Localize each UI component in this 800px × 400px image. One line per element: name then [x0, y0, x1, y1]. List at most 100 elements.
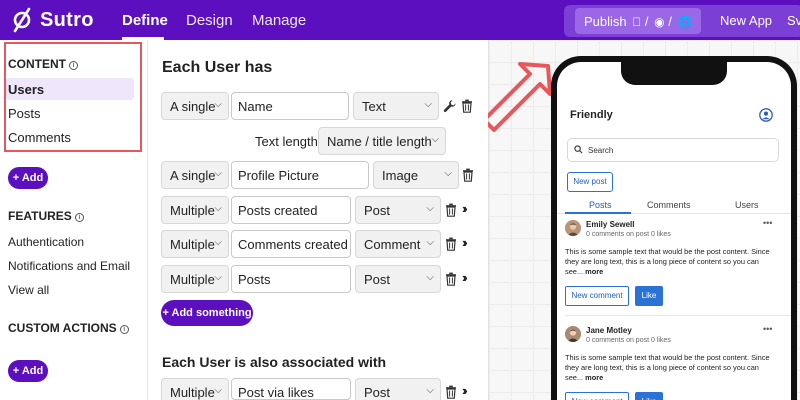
cardinality-value: Multiple — [170, 203, 215, 218]
field-type-select[interactable]: Comment ⌵ — [355, 230, 441, 258]
feature-authentication[interactable]: Authentication — [8, 235, 84, 249]
chevron-down-icon: ⌵ — [214, 168, 222, 179]
text-length-label: Text length: — [255, 134, 322, 149]
field-type-select[interactable]: Post ⌵ — [355, 196, 441, 224]
new-post-button[interactable]: New post — [567, 172, 613, 192]
like-button[interactable]: Like — [635, 392, 663, 400]
globe-icon: 🌐 — [668, 15, 692, 29]
publish-label: Publish — [584, 14, 627, 29]
sidebar-item-users[interactable]: Users — [6, 78, 134, 100]
overflow-menu-item[interactable]: Sv — [787, 13, 800, 28]
user-profile-icon[interactable] — [759, 108, 773, 122]
field-type-select[interactable]: Post ⌵ — [355, 265, 441, 293]
tab-users[interactable]: Users — [735, 200, 759, 210]
like-button[interactable]: Like — [635, 286, 663, 306]
features-title-text: FEATURES — [8, 209, 72, 223]
chevron-down-icon: ⌵ — [214, 99, 222, 110]
active-tab-indicator — [565, 212, 631, 214]
cardinality-value: Multiple — [170, 272, 215, 287]
top-bar: Sutro Define Design Manage Publish  / ◉… — [0, 0, 800, 40]
field-name-input[interactable]: Profile Picture — [231, 161, 369, 189]
double-chevron-right-icon[interactable]: ›› — [462, 383, 467, 398]
phone-notch — [621, 62, 727, 85]
chevron-down-icon: ⌵ — [426, 237, 434, 248]
field-type-select[interactable]: Text ⌵ — [353, 92, 439, 120]
cardinality-value: Multiple — [170, 385, 215, 400]
android-icon: ◉ — [645, 15, 664, 29]
new-comment-button[interactable]: New comment — [565, 286, 629, 306]
cardinality-select[interactable]: Multiple ⌵ — [161, 265, 229, 293]
app-title: Friendly — [570, 109, 613, 121]
trash-icon[interactable] — [445, 203, 457, 217]
sidebar-item-comments[interactable]: Comments — [6, 126, 134, 148]
chevron-down-icon: ⌵ — [424, 99, 432, 110]
new-comment-button[interactable]: New comment — [565, 392, 629, 400]
cardinality-select[interactable]: Multiple ⌵ — [161, 196, 229, 224]
sidebar-item-posts[interactable]: Posts — [6, 102, 134, 124]
tab-posts[interactable]: Posts — [589, 200, 612, 210]
chevron-down-icon: ⌵ — [426, 272, 434, 283]
field-name-input[interactable]: Posts — [231, 265, 351, 293]
page-title: Each User has — [162, 59, 273, 76]
more-link[interactable]: more — [585, 373, 603, 382]
post-content: This is some sample text that would be t… — [565, 353, 779, 383]
tab-manage[interactable]: Manage — [252, 12, 306, 29]
field-type-select[interactable]: Image ⌵ — [373, 161, 459, 189]
field-name-input[interactable]: Post via likes — [231, 378, 351, 400]
add-content-button[interactable]: + Add — [8, 167, 48, 189]
content-title-text: CONTENT — [8, 57, 66, 71]
chevron-down-icon: ⌵ — [214, 203, 222, 214]
trash-icon[interactable] — [445, 385, 457, 399]
chevron-down-icon: ⌵ — [426, 385, 434, 396]
custom-actions-title-text: CUSTOM ACTIONS — [8, 321, 117, 335]
cardinality-select[interactable]: A single ⌵ — [161, 92, 229, 120]
chevron-down-icon: ⌵ — [214, 272, 222, 283]
field-type-select[interactable]: Post ⌵ — [355, 378, 441, 400]
more-link[interactable]: more — [585, 267, 603, 276]
field-name-input[interactable]: Name — [231, 92, 349, 120]
post-content: This is some sample text that would be t… — [565, 247, 779, 277]
trash-icon[interactable] — [461, 99, 473, 113]
chevron-down-icon: ⌵ — [214, 385, 222, 396]
double-chevron-right-icon[interactable]: ›› — [462, 235, 467, 250]
cardinality-select[interactable]: Multiple ⌵ — [161, 230, 229, 258]
post-author: Jane Motley — [586, 326, 632, 335]
field-type-value: Post — [364, 272, 391, 287]
new-app-button[interactable]: New App — [720, 13, 772, 28]
more-options-icon[interactable]: ••• — [763, 324, 772, 334]
field-type-value: Image — [382, 168, 419, 183]
field-name-input[interactable]: Comments created — [231, 230, 351, 258]
card-divider — [565, 315, 791, 316]
field-type-value: Post — [364, 203, 391, 218]
trash-icon[interactable] — [445, 237, 457, 251]
cardinality-value: A single — [170, 168, 216, 183]
cardinality-select[interactable]: A single ⌵ — [161, 161, 229, 189]
tab-define[interactable]: Define — [122, 12, 168, 29]
tab-comments[interactable]: Comments — [647, 200, 691, 210]
post-meta: 0 comments on post 0 likes — [586, 337, 671, 344]
field-name-input[interactable]: Posts created — [231, 196, 351, 224]
trash-icon[interactable] — [462, 168, 474, 182]
field-type-value: Comment — [364, 237, 421, 252]
chevron-down-icon: ⌵ — [426, 203, 434, 214]
tab-design[interactable]: Design — [186, 12, 233, 29]
double-chevron-right-icon[interactable]: ›› — [462, 270, 467, 285]
apple-icon:  — [632, 15, 641, 29]
search-input[interactable]: Search — [567, 138, 779, 162]
chevron-down-icon: ⌵ — [444, 168, 452, 179]
wrench-icon[interactable] — [443, 99, 457, 113]
post-meta: 0 comments on post 0 likes — [586, 231, 671, 238]
text-length-select[interactable]: Name / title length ⌵ — [318, 127, 446, 155]
feature-notifications-email[interactable]: Notifications and Email — [8, 259, 130, 273]
field-type-value: Text — [362, 99, 386, 114]
feature-view-all[interactable]: View all — [8, 283, 49, 297]
sutro-logo-icon — [13, 7, 31, 33]
double-chevron-right-icon[interactable]: ›› — [462, 201, 467, 216]
publish-button[interactable]: Publish  / ◉ / 🌐 — [575, 8, 701, 34]
trash-icon[interactable] — [445, 272, 457, 286]
post-author: Emily Sewell — [586, 220, 635, 229]
more-options-icon[interactable]: ••• — [763, 218, 772, 228]
cardinality-select[interactable]: Multiple ⌵ — [161, 378, 229, 400]
add-something-button[interactable]: + Add something — [161, 300, 253, 326]
add-custom-action-button[interactable]: + Add — [8, 360, 48, 382]
